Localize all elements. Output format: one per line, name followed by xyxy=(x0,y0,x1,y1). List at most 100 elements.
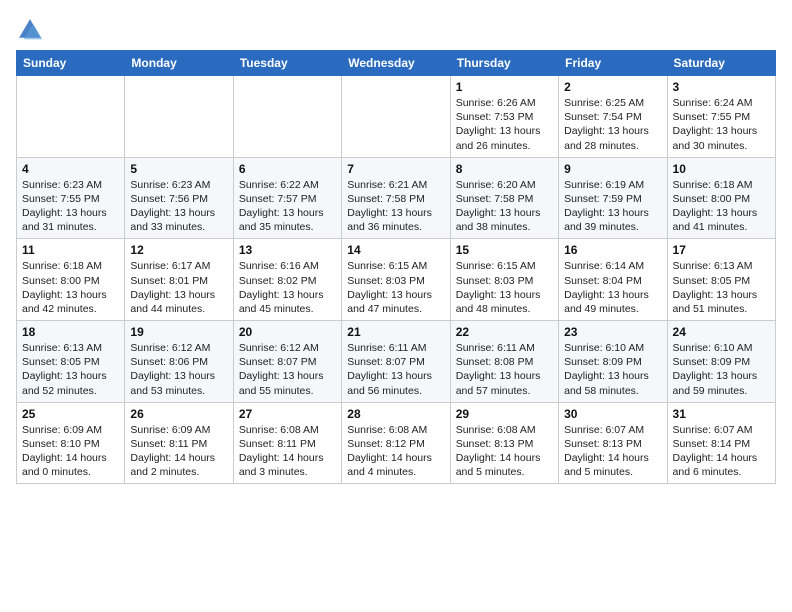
day-number: 5 xyxy=(130,162,227,176)
sunrise-text: Sunrise: 6:22 AM xyxy=(239,178,336,192)
sunset-text: Sunset: 8:09 PM xyxy=(564,355,661,369)
sunrise-text: Sunrise: 6:07 AM xyxy=(564,423,661,437)
sunrise-text: Sunrise: 6:18 AM xyxy=(673,178,770,192)
day-info: Sunrise: 6:08 AMSunset: 8:11 PMDaylight:… xyxy=(239,423,336,480)
logo-icon xyxy=(16,16,44,44)
sunset-text: Sunset: 8:04 PM xyxy=(564,274,661,288)
day-info: Sunrise: 6:09 AMSunset: 8:11 PMDaylight:… xyxy=(130,423,227,480)
sunset-text: Sunset: 8:10 PM xyxy=(22,437,119,451)
day-number: 21 xyxy=(347,325,444,339)
sunset-text: Sunset: 8:06 PM xyxy=(130,355,227,369)
day-info: Sunrise: 6:14 AMSunset: 8:04 PMDaylight:… xyxy=(564,259,661,316)
daylight-text: Daylight: 13 hours and 57 minutes. xyxy=(456,369,553,397)
sunset-text: Sunset: 8:11 PM xyxy=(130,437,227,451)
sunset-text: Sunset: 7:54 PM xyxy=(564,110,661,124)
sunrise-text: Sunrise: 6:14 AM xyxy=(564,259,661,273)
daylight-text: Daylight: 14 hours and 4 minutes. xyxy=(347,451,444,479)
sunrise-text: Sunrise: 6:18 AM xyxy=(22,259,119,273)
day-cell xyxy=(342,76,450,158)
sunrise-text: Sunrise: 6:11 AM xyxy=(347,341,444,355)
daylight-text: Daylight: 13 hours and 58 minutes. xyxy=(564,369,661,397)
day-number: 12 xyxy=(130,243,227,257)
day-number: 22 xyxy=(456,325,553,339)
day-info: Sunrise: 6:09 AMSunset: 8:10 PMDaylight:… xyxy=(22,423,119,480)
sunrise-text: Sunrise: 6:08 AM xyxy=(239,423,336,437)
sunset-text: Sunset: 7:59 PM xyxy=(564,192,661,206)
day-number: 31 xyxy=(673,407,770,421)
sunrise-text: Sunrise: 6:10 AM xyxy=(673,341,770,355)
day-info: Sunrise: 6:18 AMSunset: 8:00 PMDaylight:… xyxy=(22,259,119,316)
daylight-text: Daylight: 13 hours and 52 minutes. xyxy=(22,369,119,397)
daylight-text: Daylight: 13 hours and 33 minutes. xyxy=(130,206,227,234)
day-cell: 3Sunrise: 6:24 AMSunset: 7:55 PMDaylight… xyxy=(667,76,775,158)
day-info: Sunrise: 6:12 AMSunset: 8:07 PMDaylight:… xyxy=(239,341,336,398)
day-cell: 15Sunrise: 6:15 AMSunset: 8:03 PMDayligh… xyxy=(450,239,558,321)
daylight-text: Daylight: 13 hours and 59 minutes. xyxy=(673,369,770,397)
day-cell: 16Sunrise: 6:14 AMSunset: 8:04 PMDayligh… xyxy=(559,239,667,321)
day-number: 30 xyxy=(564,407,661,421)
sunset-text: Sunset: 7:55 PM xyxy=(22,192,119,206)
day-cell: 9Sunrise: 6:19 AMSunset: 7:59 PMDaylight… xyxy=(559,157,667,239)
day-number: 18 xyxy=(22,325,119,339)
day-cell: 24 Sunrise: 6:10 AMSunset: 8:09 PMDayligh… xyxy=(667,321,775,403)
daylight-text: Daylight: 13 hours and 31 minutes. xyxy=(22,206,119,234)
sunrise-text: Sunrise: 6:08 AM xyxy=(456,423,553,437)
sunset-text: Sunset: 7:55 PM xyxy=(673,110,770,124)
day-info: Sunrise: 6:26 AMSunset: 7:53 PMDaylight:… xyxy=(456,96,553,153)
day-cell xyxy=(233,76,341,158)
sunset-text: Sunset: 7:53 PM xyxy=(456,110,553,124)
sunset-text: Sunset: 8:02 PM xyxy=(239,274,336,288)
day-info: Sunrise: 6:10 AMSunset: 8:09 PMDaylight:… xyxy=(673,341,770,398)
sunrise-text: Sunrise: 6:07 AM xyxy=(673,423,770,437)
day-cell: 18 Sunrise: 6:13 AMSunset: 8:05 PMDayligh… xyxy=(17,321,125,403)
day-cell: 11Sunrise: 6:18 AMSunset: 8:00 PMDayligh… xyxy=(17,239,125,321)
day-cell: 22Sunrise: 6:11 AMSunset: 8:08 PMDayligh… xyxy=(450,321,558,403)
sunrise-text: Sunrise: 6:12 AM xyxy=(130,341,227,355)
weekday-header-saturday: Saturday xyxy=(667,51,775,76)
day-info: Sunrise: 6:22 AMSunset: 7:57 PMDaylight:… xyxy=(239,178,336,235)
daylight-text: Daylight: 13 hours and 48 minutes. xyxy=(456,288,553,316)
weekday-header-tuesday: Tuesday xyxy=(233,51,341,76)
sunset-text: Sunset: 8:09 PM xyxy=(673,355,770,369)
day-cell: 7Sunrise: 6:21 AMSunset: 7:58 PMDaylight… xyxy=(342,157,450,239)
day-info: Sunrise: 6:20 AMSunset: 7:58 PMDaylight:… xyxy=(456,178,553,235)
sunset-text: Sunset: 8:13 PM xyxy=(564,437,661,451)
day-number: 20 xyxy=(239,325,336,339)
day-cell: 21Sunrise: 6:11 AMSunset: 8:07 PMDayligh… xyxy=(342,321,450,403)
weekday-header-sunday: Sunday xyxy=(17,51,125,76)
day-info: Sunrise: 6:16 AMSunset: 8:02 PMDaylight:… xyxy=(239,259,336,316)
day-info: Sunrise: 6:10 AMSunset: 8:09 PMDaylight:… xyxy=(564,341,661,398)
day-cell: 1Sunrise: 6:26 AMSunset: 7:53 PMDaylight… xyxy=(450,76,558,158)
day-info: Sunrise: 6:13 AMSunset: 8:05 PMDaylight:… xyxy=(22,341,119,398)
day-info: Sunrise: 6:15 AMSunset: 8:03 PMDaylight:… xyxy=(347,259,444,316)
daylight-text: Daylight: 14 hours and 2 minutes. xyxy=(130,451,227,479)
sunrise-text: Sunrise: 6:25 AM xyxy=(564,96,661,110)
daylight-text: Daylight: 13 hours and 42 minutes. xyxy=(22,288,119,316)
sunrise-text: Sunrise: 6:13 AM xyxy=(22,341,119,355)
week-row-2: 4Sunrise: 6:23 AMSunset: 7:55 PMDaylight… xyxy=(17,157,776,239)
sunrise-text: Sunrise: 6:24 AM xyxy=(673,96,770,110)
day-number: 3 xyxy=(673,80,770,94)
daylight-text: Daylight: 13 hours and 28 minutes. xyxy=(564,124,661,152)
sunrise-text: Sunrise: 6:13 AM xyxy=(673,259,770,273)
day-cell: 29Sunrise: 6:08 AMSunset: 8:13 PMDayligh… xyxy=(450,402,558,484)
sunrise-text: Sunrise: 6:23 AM xyxy=(130,178,227,192)
day-cell: 17Sunrise: 6:13 AMSunset: 8:05 PMDayligh… xyxy=(667,239,775,321)
day-number: 24 xyxy=(673,325,770,339)
weekday-header-wednesday: Wednesday xyxy=(342,51,450,76)
day-cell: 12Sunrise: 6:17 AMSunset: 8:01 PMDayligh… xyxy=(125,239,233,321)
day-number: 4 xyxy=(22,162,119,176)
sunset-text: Sunset: 7:58 PM xyxy=(456,192,553,206)
day-info: Sunrise: 6:21 AMSunset: 7:58 PMDaylight:… xyxy=(347,178,444,235)
day-cell: 27Sunrise: 6:08 AMSunset: 8:11 PMDayligh… xyxy=(233,402,341,484)
day-info: Sunrise: 6:15 AMSunset: 8:03 PMDaylight:… xyxy=(456,259,553,316)
day-info: Sunrise: 6:08 AMSunset: 8:12 PMDaylight:… xyxy=(347,423,444,480)
daylight-text: Daylight: 13 hours and 36 minutes. xyxy=(347,206,444,234)
daylight-text: Daylight: 14 hours and 5 minutes. xyxy=(564,451,661,479)
day-number: 29 xyxy=(456,407,553,421)
daylight-text: Daylight: 13 hours and 56 minutes. xyxy=(347,369,444,397)
sunset-text: Sunset: 8:12 PM xyxy=(347,437,444,451)
sunrise-text: Sunrise: 6:19 AM xyxy=(564,178,661,192)
day-number: 13 xyxy=(239,243,336,257)
day-cell: 10Sunrise: 6:18 AMSunset: 8:00 PMDayligh… xyxy=(667,157,775,239)
